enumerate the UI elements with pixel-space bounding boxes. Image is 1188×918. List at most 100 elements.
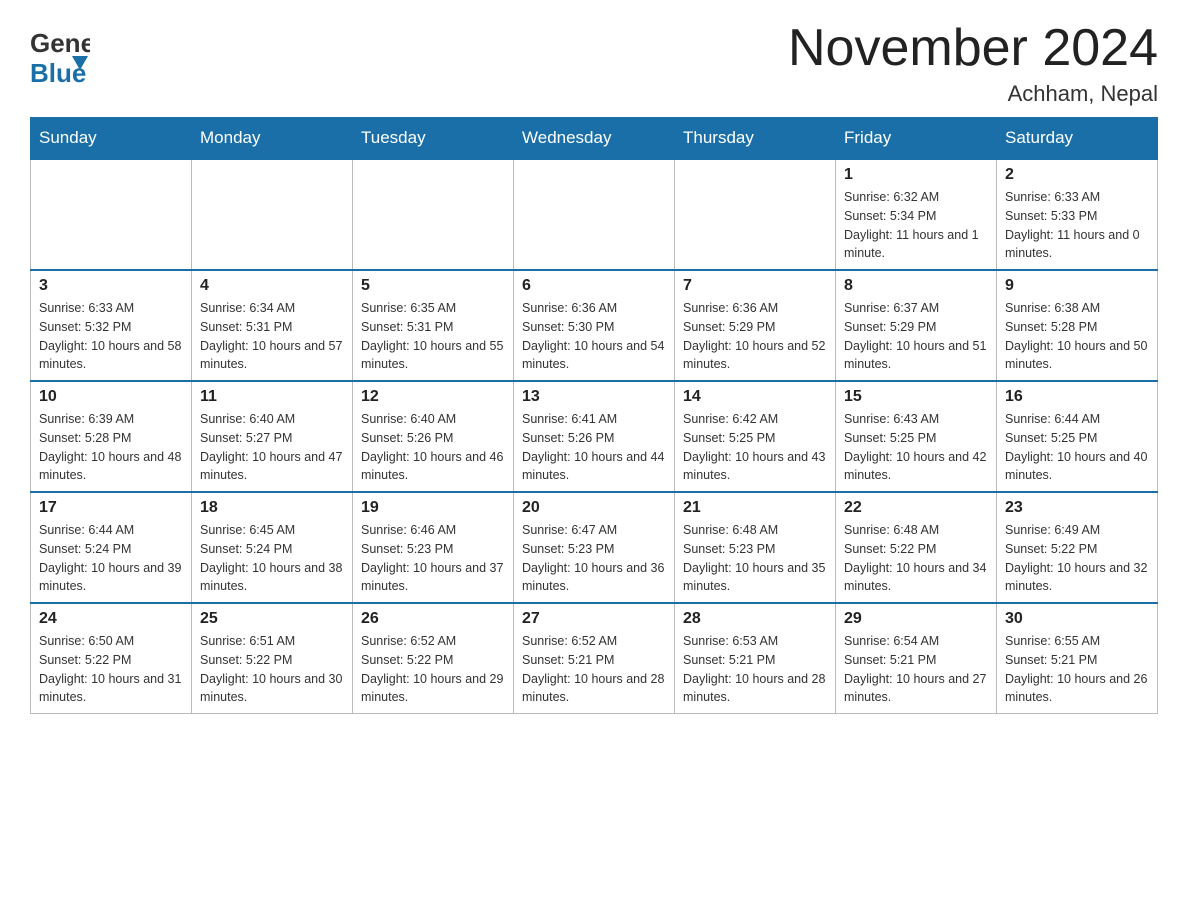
day-cell: 1 Sunrise: 6:32 AMSunset: 5:34 PMDaylight… [836,159,997,270]
week-row-1: 1 Sunrise: 6:32 AMSunset: 5:34 PMDaylight… [31,159,1158,270]
weekday-header-wednesday: Wednesday [514,118,675,160]
day-cell: 5Sunrise: 6:35 AMSunset: 5:31 PMDaylight… [353,270,514,381]
day-cell: 17Sunrise: 6:44 AMSunset: 5:24 PMDayligh… [31,492,192,603]
day-cell: 21 Sunrise: 6:48 AMSunset: 5:23 PMDayligh… [675,492,836,603]
day-number: 9 [1005,277,1149,295]
day-cell: 24 Sunrise: 6:50 AMSunset: 5:22 PMDayligh… [31,603,192,714]
day-cell: 9 Sunrise: 6:38 AMSunset: 5:28 PMDaylight… [997,270,1158,381]
day-info: Sunrise: 6:52 AMSunset: 5:21 PMDaylight:… [522,632,666,707]
day-info: Sunrise: 6:55 AMSunset: 5:21 PMDaylight:… [1005,632,1149,707]
day-info: Sunrise: 6:37 AMSunset: 5:29 PMDaylight:… [844,299,988,374]
day-number: 28 [683,610,827,628]
day-cell: 22Sunrise: 6:48 AMSunset: 5:22 PMDayligh… [836,492,997,603]
day-number: 10 [39,388,183,406]
day-cell: 2 Sunrise: 6:33 AMSunset: 5:33 PMDaylight… [997,159,1158,270]
day-cell: 13 Sunrise: 6:41 AMSunset: 5:26 PMDayligh… [514,381,675,492]
day-cell [192,159,353,270]
day-cell: 11 Sunrise: 6:40 AMSunset: 5:27 PMDayligh… [192,381,353,492]
day-cell: 20 Sunrise: 6:47 AMSunset: 5:23 PMDayligh… [514,492,675,603]
day-info: Sunrise: 6:46 AMSunset: 5:23 PMDaylight:… [361,521,505,596]
day-cell: 30 Sunrise: 6:55 AMSunset: 5:21 PMDayligh… [997,603,1158,714]
day-number: 22 [844,499,988,517]
day-info: Sunrise: 6:40 AMSunset: 5:27 PMDaylight:… [200,410,344,485]
day-info: Sunrise: 6:38 AMSunset: 5:28 PMDaylight:… [1005,299,1149,374]
day-info: Sunrise: 6:54 AMSunset: 5:21 PMDaylight:… [844,632,988,707]
day-cell: 12Sunrise: 6:40 AMSunset: 5:26 PMDayligh… [353,381,514,492]
day-info: Sunrise: 6:53 AMSunset: 5:21 PMDaylight:… [683,632,827,707]
weekday-header-friday: Friday [836,118,997,160]
day-info: Sunrise: 6:47 AMSunset: 5:23 PMDaylight:… [522,521,666,596]
day-info: Sunrise: 6:40 AMSunset: 5:26 PMDaylight:… [361,410,505,485]
day-info: Sunrise: 6:49 AMSunset: 5:22 PMDaylight:… [1005,521,1149,596]
week-row-2: 3Sunrise: 6:33 AMSunset: 5:32 PMDaylight… [31,270,1158,381]
logo: General Blue [30,20,90,90]
day-cell: 8Sunrise: 6:37 AMSunset: 5:29 PMDaylight… [836,270,997,381]
day-number: 7 [683,277,827,295]
svg-text:General: General [30,28,90,58]
day-number: 5 [361,277,505,295]
day-number: 17 [39,499,183,517]
day-info: Sunrise: 6:41 AMSunset: 5:26 PMDaylight:… [522,410,666,485]
day-info: Sunrise: 6:32 AMSunset: 5:34 PMDaylight:… [844,188,988,263]
day-cell [675,159,836,270]
day-number: 25 [200,610,344,628]
day-info: Sunrise: 6:50 AMSunset: 5:22 PMDaylight:… [39,632,183,707]
day-info: Sunrise: 6:36 AMSunset: 5:30 PMDaylight:… [522,299,666,374]
month-title: November 2024 [788,20,1158,77]
day-info: Sunrise: 6:39 AMSunset: 5:28 PMDaylight:… [39,410,183,485]
day-cell: 23 Sunrise: 6:49 AMSunset: 5:22 PMDayligh… [997,492,1158,603]
day-number: 11 [200,388,344,406]
day-number: 1 [844,166,988,184]
day-number: 24 [39,610,183,628]
day-number: 27 [522,610,666,628]
day-cell [31,159,192,270]
day-cell: 4 Sunrise: 6:34 AMSunset: 5:31 PMDaylight… [192,270,353,381]
day-number: 23 [1005,499,1149,517]
day-number: 30 [1005,610,1149,628]
day-cell: 3Sunrise: 6:33 AMSunset: 5:32 PMDaylight… [31,270,192,381]
day-info: Sunrise: 6:43 AMSunset: 5:25 PMDaylight:… [844,410,988,485]
day-cell: 26Sunrise: 6:52 AMSunset: 5:22 PMDayligh… [353,603,514,714]
day-number: 19 [361,499,505,517]
day-cell: 7 Sunrise: 6:36 AMSunset: 5:29 PMDaylight… [675,270,836,381]
day-number: 4 [200,277,344,295]
day-info: Sunrise: 6:44 AMSunset: 5:25 PMDaylight:… [1005,410,1149,485]
day-number: 18 [200,499,344,517]
day-cell: 25Sunrise: 6:51 AMSunset: 5:22 PMDayligh… [192,603,353,714]
day-number: 13 [522,388,666,406]
day-info: Sunrise: 6:33 AMSunset: 5:33 PMDaylight:… [1005,188,1149,263]
day-cell: 29Sunrise: 6:54 AMSunset: 5:21 PMDayligh… [836,603,997,714]
day-number: 26 [361,610,505,628]
day-cell [353,159,514,270]
week-row-3: 10 Sunrise: 6:39 AMSunset: 5:28 PMDayligh… [31,381,1158,492]
day-info: Sunrise: 6:45 AMSunset: 5:24 PMDaylight:… [200,521,344,596]
day-info: Sunrise: 6:36 AMSunset: 5:29 PMDaylight:… [683,299,827,374]
day-number: 16 [1005,388,1149,406]
svg-text:Blue: Blue [30,58,86,88]
day-cell: 16 Sunrise: 6:44 AMSunset: 5:25 PMDayligh… [997,381,1158,492]
day-info: Sunrise: 6:33 AMSunset: 5:32 PMDaylight:… [39,299,183,374]
weekday-header-saturday: Saturday [997,118,1158,160]
location: Achham, Nepal [788,81,1158,107]
day-cell: 15Sunrise: 6:43 AMSunset: 5:25 PMDayligh… [836,381,997,492]
day-info: Sunrise: 6:48 AMSunset: 5:23 PMDaylight:… [683,521,827,596]
day-info: Sunrise: 6:42 AMSunset: 5:25 PMDaylight:… [683,410,827,485]
page-header: General Blue November 2024 Achham, Nepal [30,20,1158,107]
day-number: 2 [1005,166,1149,184]
day-number: 20 [522,499,666,517]
weekday-header-thursday: Thursday [675,118,836,160]
day-number: 21 [683,499,827,517]
calendar-table: SundayMondayTuesdayWednesdayThursdayFrid… [30,117,1158,714]
day-number: 14 [683,388,827,406]
day-info: Sunrise: 6:34 AMSunset: 5:31 PMDaylight:… [200,299,344,374]
day-cell: 19 Sunrise: 6:46 AMSunset: 5:23 PMDayligh… [353,492,514,603]
day-cell: 6Sunrise: 6:36 AMSunset: 5:30 PMDaylight… [514,270,675,381]
title-block: November 2024 Achham, Nepal [788,20,1158,107]
day-cell: 18 Sunrise: 6:45 AMSunset: 5:24 PMDayligh… [192,492,353,603]
weekday-header-tuesday: Tuesday [353,118,514,160]
day-cell: 14 Sunrise: 6:42 AMSunset: 5:25 PMDayligh… [675,381,836,492]
day-cell: 10 Sunrise: 6:39 AMSunset: 5:28 PMDayligh… [31,381,192,492]
logo-icon: General Blue [30,20,90,90]
week-row-4: 17Sunrise: 6:44 AMSunset: 5:24 PMDayligh… [31,492,1158,603]
day-cell [514,159,675,270]
